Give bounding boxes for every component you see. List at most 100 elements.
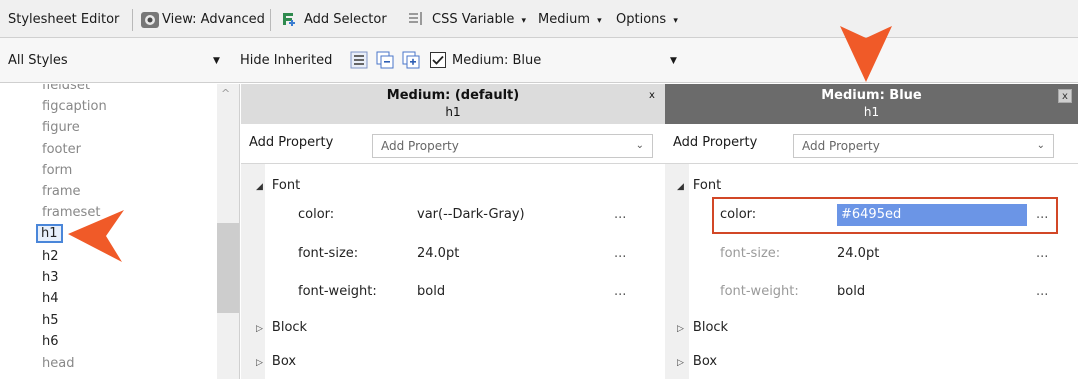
hide-inherited-button[interactable]: Hide Inherited [240,52,332,70]
dropdown-arrow-icon: ▾ [673,16,678,26]
property-name: color: [720,207,757,222]
list-item[interactable]: h4 [42,291,59,306]
scroll-up-icon[interactable]: ^ [221,87,230,100]
ellipsis-button[interactable]: ... [614,246,626,261]
list-item[interactable]: fieldset [42,84,90,93]
group-label: Font [271,178,301,193]
box-group-toggle[interactable]: ▷ Box [256,354,296,369]
block-group-toggle[interactable]: ▷ Block [256,320,307,335]
property-name: font-weight: [298,284,377,299]
add-selector-icon [280,10,296,28]
filter-toolbar: All Styles ▼ Hide Inherited Medium: Blue… [0,38,1078,83]
toolbar-separator [132,9,133,31]
list-item[interactable]: h3 [42,270,59,285]
orange-pointer-icon [840,26,892,82]
group-label: Block [692,320,729,335]
collapsed-triangle-icon: ▷ [677,324,684,334]
property-value-editor[interactable]: #6495ed [837,204,1027,226]
css-variable-icon [408,10,424,28]
list-item[interactable]: head [42,356,74,371]
panel-title: Medium: (default) [386,88,520,103]
list-item[interactable]: form [42,163,72,178]
panel-header-blue: Medium: Blue h1 x [665,84,1078,124]
add-property-placeholder: Add Property [381,139,459,153]
medium-blue-checkbox-label[interactable]: Medium: Blue [452,52,541,70]
panel-selector: h1 [863,105,880,119]
group-by-icon[interactable] [350,51,368,69]
ellipsis-button[interactable]: ... [614,207,626,222]
medium-dropdown-arrow-icon[interactable]: ▼ [670,52,677,70]
toolbar-separator [270,9,271,31]
chevron-down-icon: ⌄ [1036,140,1045,151]
ellipsis-button[interactable]: ... [1036,284,1048,299]
add-property-dropdown[interactable]: Add Property ⌄ [793,134,1054,158]
dropdown-arrow-icon: ▾ [597,16,602,26]
property-name: font-size: [720,246,781,261]
list-item[interactable]: frame [42,184,81,199]
options-label: Options [616,12,667,27]
add-property-row: Add Property Add Property ⌄ [665,124,1078,164]
panel-selector: h1 [445,105,461,119]
font-group-toggle[interactable]: ◢ Font [677,178,721,193]
stylesheet-editor-label: Stylesheet Editor [8,12,120,27]
close-icon[interactable]: x [1058,89,1072,103]
medium-label: Medium [538,12,590,27]
group-label: Block [271,320,308,335]
property-value[interactable]: 24.0pt [417,246,459,261]
group-label: Font [692,178,722,193]
scrollbar-thumb[interactable] [217,223,239,313]
css-variable-label: CSS Variable [432,12,515,27]
expanded-triangle-icon: ◢ [677,182,684,192]
collapsed-triangle-icon: ▷ [256,324,263,334]
box-group-toggle[interactable]: ▷ Box [677,354,717,369]
collapsed-triangle-icon: ▷ [256,358,263,368]
expanded-triangle-icon: ◢ [256,182,263,192]
property-value[interactable]: bold [417,284,445,299]
css-variable-menu[interactable]: CSS Variable ▾ [432,11,526,29]
collapse-all-icon[interactable] [376,51,394,69]
add-property-placeholder: Add Property [802,139,880,153]
property-name: color: [298,207,335,222]
view-advanced-button[interactable]: View: Advanced [162,11,265,29]
property-name: font-size: [298,246,359,261]
list-item[interactable]: figure [42,120,80,135]
add-property-row: Add Property Add Property ⌄ [241,124,665,164]
ellipsis-button[interactable]: ... [1036,246,1048,261]
ellipsis-button[interactable]: ... [1036,207,1048,222]
styles-select-value: All Styles [8,53,68,68]
font-group-toggle[interactable]: ◢ Font [256,178,300,193]
checkbox-icon[interactable] [430,52,446,70]
panel-header-default: Medium: (default) h1 x [241,84,665,124]
ellipsis-button[interactable]: ... [614,284,626,299]
add-property-dropdown[interactable]: Add Property ⌄ [372,134,653,158]
chevron-down-icon: ⌄ [635,140,644,151]
add-property-label: Add Property [673,135,758,150]
panel-title: Medium: Blue [821,88,922,103]
styles-select[interactable]: All Styles [8,52,68,70]
group-label: Box [692,354,718,369]
block-group-toggle[interactable]: ▷ Block [677,320,728,335]
main-toolbar: Stylesheet Editor View: Advanced Add Sel… [0,0,1078,38]
styles-dropdown-arrow-icon[interactable]: ▼ [213,52,220,70]
options-menu[interactable]: Options ▾ [616,11,678,29]
add-selector-button[interactable]: Add Selector [304,11,387,29]
medium-menu[interactable]: Medium ▾ [538,11,602,29]
expand-all-icon[interactable] [402,51,420,69]
property-name: font-weight: [720,284,799,299]
add-property-label: Add Property [249,135,334,150]
orange-pointer-icon [68,210,124,262]
property-value[interactable]: bold [837,284,865,299]
close-icon[interactable]: x [645,89,659,103]
list-item[interactable]: figcaption [42,99,107,114]
list-item[interactable]: h5 [42,313,59,328]
collapsed-triangle-icon: ▷ [677,358,684,368]
group-label: Box [271,354,297,369]
selected-list-item[interactable]: h1 [36,224,63,243]
dropdown-arrow-icon: ▾ [521,16,527,26]
list-item[interactable]: footer [42,142,81,157]
property-value[interactable]: 24.0pt [837,246,879,261]
property-value[interactable]: var(--Dark-Gray) [417,207,525,222]
list-item[interactable]: h2 [42,249,59,264]
list-item[interactable]: h6 [42,334,59,349]
stylesheet-view-icon [140,10,160,28]
